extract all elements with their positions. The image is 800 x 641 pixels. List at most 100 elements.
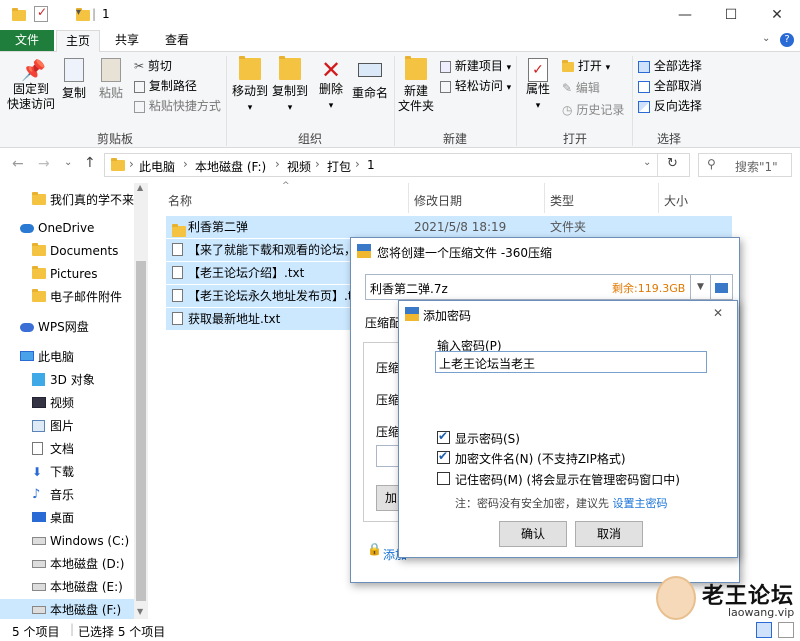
sidebar-item[interactable]: 3D 对象: [0, 369, 148, 391]
breadcrumb-video[interactable]: 视频: [287, 158, 311, 175]
column-type[interactable]: 类型: [550, 192, 574, 209]
history-button[interactable]: ◷ 历史记录: [562, 102, 624, 118]
address-dropdown-icon[interactable]: ⌄: [643, 157, 651, 168]
file-date: 2021/5/8 18:19: [414, 220, 507, 234]
sidebar-scrollbar[interactable]: ▲ ▼: [134, 183, 148, 619]
up-arrow-icon[interactable]: ↑: [84, 155, 96, 171]
encrypt-filenames-checkbox[interactable]: [437, 449, 450, 464]
paste-shortcut-button[interactable]: 粘贴快捷方式: [134, 98, 221, 114]
rename-button[interactable]: 重命名: [350, 58, 390, 101]
search-box[interactable]: ⚲ 搜索"1": [698, 153, 792, 177]
sidebar-item[interactable]: OneDrive: [0, 217, 148, 239]
chevron-down-icon: ▾: [535, 101, 541, 111]
copy-to-button[interactable]: 复制到 ▾: [270, 56, 310, 116]
tab-share[interactable]: 共享: [106, 30, 148, 50]
sidebar-scroll-thumb[interactable]: [136, 261, 146, 601]
easy-access-button[interactable]: 轻松访问 ▾: [440, 78, 511, 96]
select-none-button[interactable]: 全部取消: [638, 78, 702, 94]
maximize-button[interactable]: ☐: [708, 0, 754, 30]
drive-icon: [32, 537, 46, 545]
breadcrumb-separator-icon: ›: [275, 157, 280, 171]
new-folder-button[interactable]: 新建 文件夹: [398, 56, 434, 114]
pin-quick-access-button[interactable]: 📌 固定到 快速访问: [4, 58, 58, 112]
invert-selection-button[interactable]: 反向选择: [638, 98, 702, 114]
column-date[interactable]: 修改日期: [414, 192, 462, 209]
open-button[interactable]: 打开 ▾: [562, 58, 610, 76]
sidebar-item[interactable]: Pictures: [0, 263, 148, 285]
recent-locations-chevron-icon[interactable]: ⌄: [64, 157, 72, 168]
sidebar-item[interactable]: 此电脑: [0, 346, 148, 368]
refresh-icon[interactable]: ↻: [667, 156, 678, 171]
sidebar-item[interactable]: Documents: [0, 240, 148, 262]
scroll-down-icon[interactable]: ▼: [137, 607, 143, 616]
security-note-text: 注：密码没有安全加密，建议先: [455, 497, 613, 510]
tab-file[interactable]: 文件: [0, 30, 54, 51]
details-view-icon[interactable]: [756, 622, 772, 638]
set-master-password-link[interactable]: 设置主密码: [613, 497, 668, 510]
paste-button[interactable]: 粘贴: [94, 58, 128, 101]
sidebar-item[interactable]: 电子邮件附件: [0, 286, 148, 308]
cancel-button[interactable]: 取消: [575, 521, 643, 547]
copy-path-icon: [134, 80, 145, 93]
column-name[interactable]: 名称: [168, 192, 192, 209]
sidebar-item[interactable]: ♪ 音乐: [0, 484, 148, 506]
help-icon[interactable]: ?: [780, 33, 794, 47]
new-folder-label-1: 新建: [403, 84, 428, 98]
properties-button[interactable]: ✓ 属性 ▾: [520, 58, 556, 114]
ok-button[interactable]: 确认: [499, 521, 567, 547]
close-button[interactable]: ✕: [754, 0, 800, 30]
large-icons-view-icon[interactable]: [778, 622, 794, 638]
delete-button[interactable]: ✕ 删除 ▾: [314, 58, 348, 114]
minimize-button[interactable]: —: [662, 0, 708, 30]
sidebar-item[interactable]: 本地磁盘 (D:): [0, 553, 148, 575]
paste-shortcut-icon: [134, 100, 145, 113]
file-type: 文件夹: [550, 220, 587, 234]
sidebar-item[interactable]: 图片: [0, 415, 148, 437]
move-to-button[interactable]: 移动到 ▾: [230, 56, 270, 116]
breadcrumb-drive-f[interactable]: 本地磁盘 (F:): [195, 158, 266, 175]
breadcrumb-this-pc[interactable]: 此电脑: [139, 158, 175, 175]
text-file-icon: [172, 266, 183, 279]
folder-icon[interactable]: [12, 8, 26, 21]
scissors-icon: ✂: [134, 59, 145, 73]
sidebar-item[interactable]: 我们真的学不来: [0, 189, 148, 211]
breadcrumb-pack[interactable]: 打包: [327, 158, 351, 175]
sidebar-item[interactable]: 本地磁盘 (E:): [0, 576, 148, 598]
address-box[interactable]: › 此电脑 › 本地磁盘 (F:) › 视频 › 打包 › 1 ⌄ ↻: [104, 153, 690, 177]
filename-dropdown-button[interactable]: ▼: [691, 274, 711, 300]
sidebar-item[interactable]: WPS网盘: [0, 316, 148, 338]
item-count: 5 个项目: [12, 625, 60, 639]
back-arrow-icon[interactable]: ←: [12, 156, 24, 172]
breadcrumb-1[interactable]: 1: [367, 158, 375, 172]
quick-access-dropdown-icon[interactable]: ▾: [76, 7, 81, 18]
column-size[interactable]: 大小: [664, 192, 688, 209]
text-file-icon: [172, 289, 183, 302]
title-bar: ✓ ▾ | 1 — ☐ ✕: [0, 0, 800, 30]
sidebar-item[interactable]: Windows (C:): [0, 530, 148, 552]
copy-label: 复制: [61, 86, 86, 100]
tab-home[interactable]: 主页: [56, 30, 100, 52]
edit-button[interactable]: ✎ 编辑: [562, 80, 600, 96]
select-all-button[interactable]: 全部选择: [638, 58, 702, 74]
browse-folder-button[interactable]: [711, 274, 733, 300]
show-password-checkbox[interactable]: [437, 429, 450, 444]
new-item-button[interactable]: 新建项目 ▾: [440, 58, 511, 76]
sidebar-item[interactable]: 桌面: [0, 507, 148, 529]
sidebar-item[interactable]: 本地磁盘 (F:): [0, 599, 148, 619]
remember-password-checkbox[interactable]: [437, 472, 450, 485]
file-row[interactable]: 利香第二弹 2021/5/8 18:19 文件夹: [166, 216, 732, 238]
properties-check-icon[interactable]: ✓: [34, 5, 48, 22]
cut-button[interactable]: ✂ 剪切: [134, 58, 172, 74]
sidebar-item[interactable]: 文档: [0, 438, 148, 460]
ribbon-collapse-icon[interactable]: ⌄: [762, 33, 770, 44]
close-icon[interactable]: ✕: [713, 306, 723, 320]
copy-button[interactable]: 复制: [58, 58, 90, 101]
copy-path-button[interactable]: 复制路径: [134, 78, 197, 94]
tab-view[interactable]: 查看: [156, 30, 198, 50]
sidebar-item[interactable]: 视频: [0, 392, 148, 414]
archive-filename-field[interactable]: 利香第二弹.7z 剩余:119.3GB: [365, 274, 691, 300]
sidebar-item[interactable]: ⬇ 下载: [0, 461, 148, 483]
forward-arrow-icon[interactable]: →: [38, 156, 50, 172]
password-input[interactable]: 上老王论坛当老王: [435, 351, 707, 373]
scroll-up-icon[interactable]: ▲: [137, 183, 143, 192]
